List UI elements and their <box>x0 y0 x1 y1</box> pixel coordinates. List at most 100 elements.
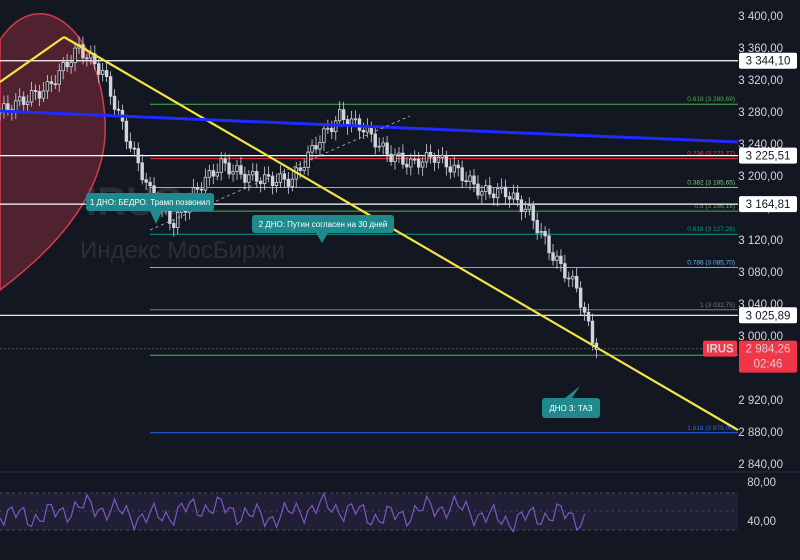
candle-up <box>231 171 235 175</box>
candle-down <box>460 167 464 182</box>
price-tick-label: 3 280,00 <box>738 107 783 119</box>
watermark-instrument: Индекс МосБиржи <box>80 237 285 264</box>
candle-down <box>223 158 227 164</box>
candle-down <box>519 199 524 212</box>
price-tick-label: 3 320,00 <box>738 75 783 87</box>
fib-level-label: 1.618 (2 879,00) <box>687 425 735 432</box>
candle-up <box>440 154 445 158</box>
level-tag-label: 3 225,51 <box>746 151 791 163</box>
candle-down <box>488 185 492 195</box>
candle-down <box>314 145 318 150</box>
annotation-text: ДНО 3: ТАЗ <box>549 404 592 413</box>
candle-down <box>53 83 57 86</box>
candle-down <box>432 156 437 163</box>
annotation-tail <box>565 386 580 398</box>
candle-up <box>571 275 575 280</box>
countdown-timer: 02:46 <box>754 359 783 371</box>
candle-down <box>270 175 275 186</box>
fib-level-label: 0.618 (3 289,69) <box>687 96 735 103</box>
candle-down <box>444 154 449 168</box>
candle-up <box>337 109 342 122</box>
fib-level-label: 0.618 (3 127,26) <box>687 226 735 233</box>
candle-down <box>282 173 287 180</box>
candle-up <box>480 191 484 196</box>
candle-down <box>266 174 271 177</box>
current-price-value: 2 984,26 <box>746 344 791 356</box>
candle-down <box>6 103 10 111</box>
candle-down <box>116 108 121 111</box>
candle-down <box>108 76 113 97</box>
fib-level-label: 0.382 (3 185,65) <box>687 179 735 186</box>
candle-down <box>124 120 129 142</box>
candle-up <box>495 188 500 199</box>
candle-up <box>452 164 456 173</box>
candle-up <box>527 205 531 210</box>
candle-down <box>128 140 133 149</box>
candle-down <box>298 167 302 171</box>
candle-down <box>416 158 421 168</box>
candle-up <box>274 181 279 186</box>
candle-up <box>247 174 251 183</box>
price-tick-label: 2 920,00 <box>738 395 783 407</box>
candle-down <box>136 148 140 164</box>
candle-down <box>582 306 587 313</box>
candle-down <box>405 163 409 168</box>
rsi-tick-label: 80,00 <box>747 477 776 489</box>
candle-down <box>535 219 539 234</box>
candle-down <box>341 109 346 120</box>
candle-down <box>515 192 520 201</box>
candle-up <box>468 175 472 182</box>
dashed-connector <box>149 115 411 231</box>
candle-down <box>472 175 476 185</box>
candle-up <box>57 70 61 85</box>
blue-trendline <box>0 109 739 144</box>
candle-down <box>199 188 204 191</box>
level-tag-label: 3 344,10 <box>746 56 791 68</box>
candle-down <box>389 153 393 162</box>
candle-down <box>148 181 152 187</box>
candle-up <box>25 101 30 105</box>
candle-up <box>409 158 413 168</box>
rsi-tick-label: 40,00 <box>747 516 776 528</box>
candle-up <box>278 173 283 183</box>
candle-up <box>436 156 441 163</box>
candle-down <box>195 187 200 190</box>
candle-up <box>420 161 425 168</box>
candle-down <box>464 180 468 183</box>
candle-up <box>29 90 34 103</box>
candle-up <box>381 142 385 147</box>
annotation-tail <box>316 233 328 243</box>
candle-up <box>393 154 397 162</box>
price-chart[interactable]: 3 400,003 360,003 320,003 280,003 240,00… <box>0 0 800 560</box>
candle-down <box>448 166 452 173</box>
candle-down <box>578 287 583 308</box>
candle-down <box>401 152 405 165</box>
candle-down <box>243 173 247 183</box>
candle-up <box>61 61 65 72</box>
candle-down <box>428 151 433 158</box>
candle-down <box>227 162 231 175</box>
candle-down <box>507 196 512 200</box>
candle-down <box>503 186 508 198</box>
candle-up <box>207 170 212 178</box>
annotation-text: 2 ДНО: Путин согласен на 30 дней <box>259 220 388 229</box>
candle-down <box>543 230 547 237</box>
candle-down <box>547 235 551 254</box>
candle-up <box>41 90 46 99</box>
candle-up <box>203 176 208 191</box>
candle-down <box>172 223 176 229</box>
candle-down <box>85 57 89 60</box>
candle-down <box>97 63 101 75</box>
candle-down <box>476 183 480 196</box>
price-tick-label: 3 200,00 <box>738 171 783 183</box>
candle-down <box>590 320 595 344</box>
candle-down <box>49 81 54 85</box>
candle-down <box>361 130 366 133</box>
candle-down <box>567 277 571 280</box>
candle-up <box>377 145 381 148</box>
chart-stage: 3 400,00 3 360,00 3 320,00 3 280,00 3 240,00… <box>0 0 800 560</box>
candle-down <box>37 91 42 99</box>
price-tick-label: 2 880,00 <box>738 427 783 439</box>
price-tick-label: 3 080,00 <box>738 267 783 279</box>
candle-down <box>373 133 377 148</box>
